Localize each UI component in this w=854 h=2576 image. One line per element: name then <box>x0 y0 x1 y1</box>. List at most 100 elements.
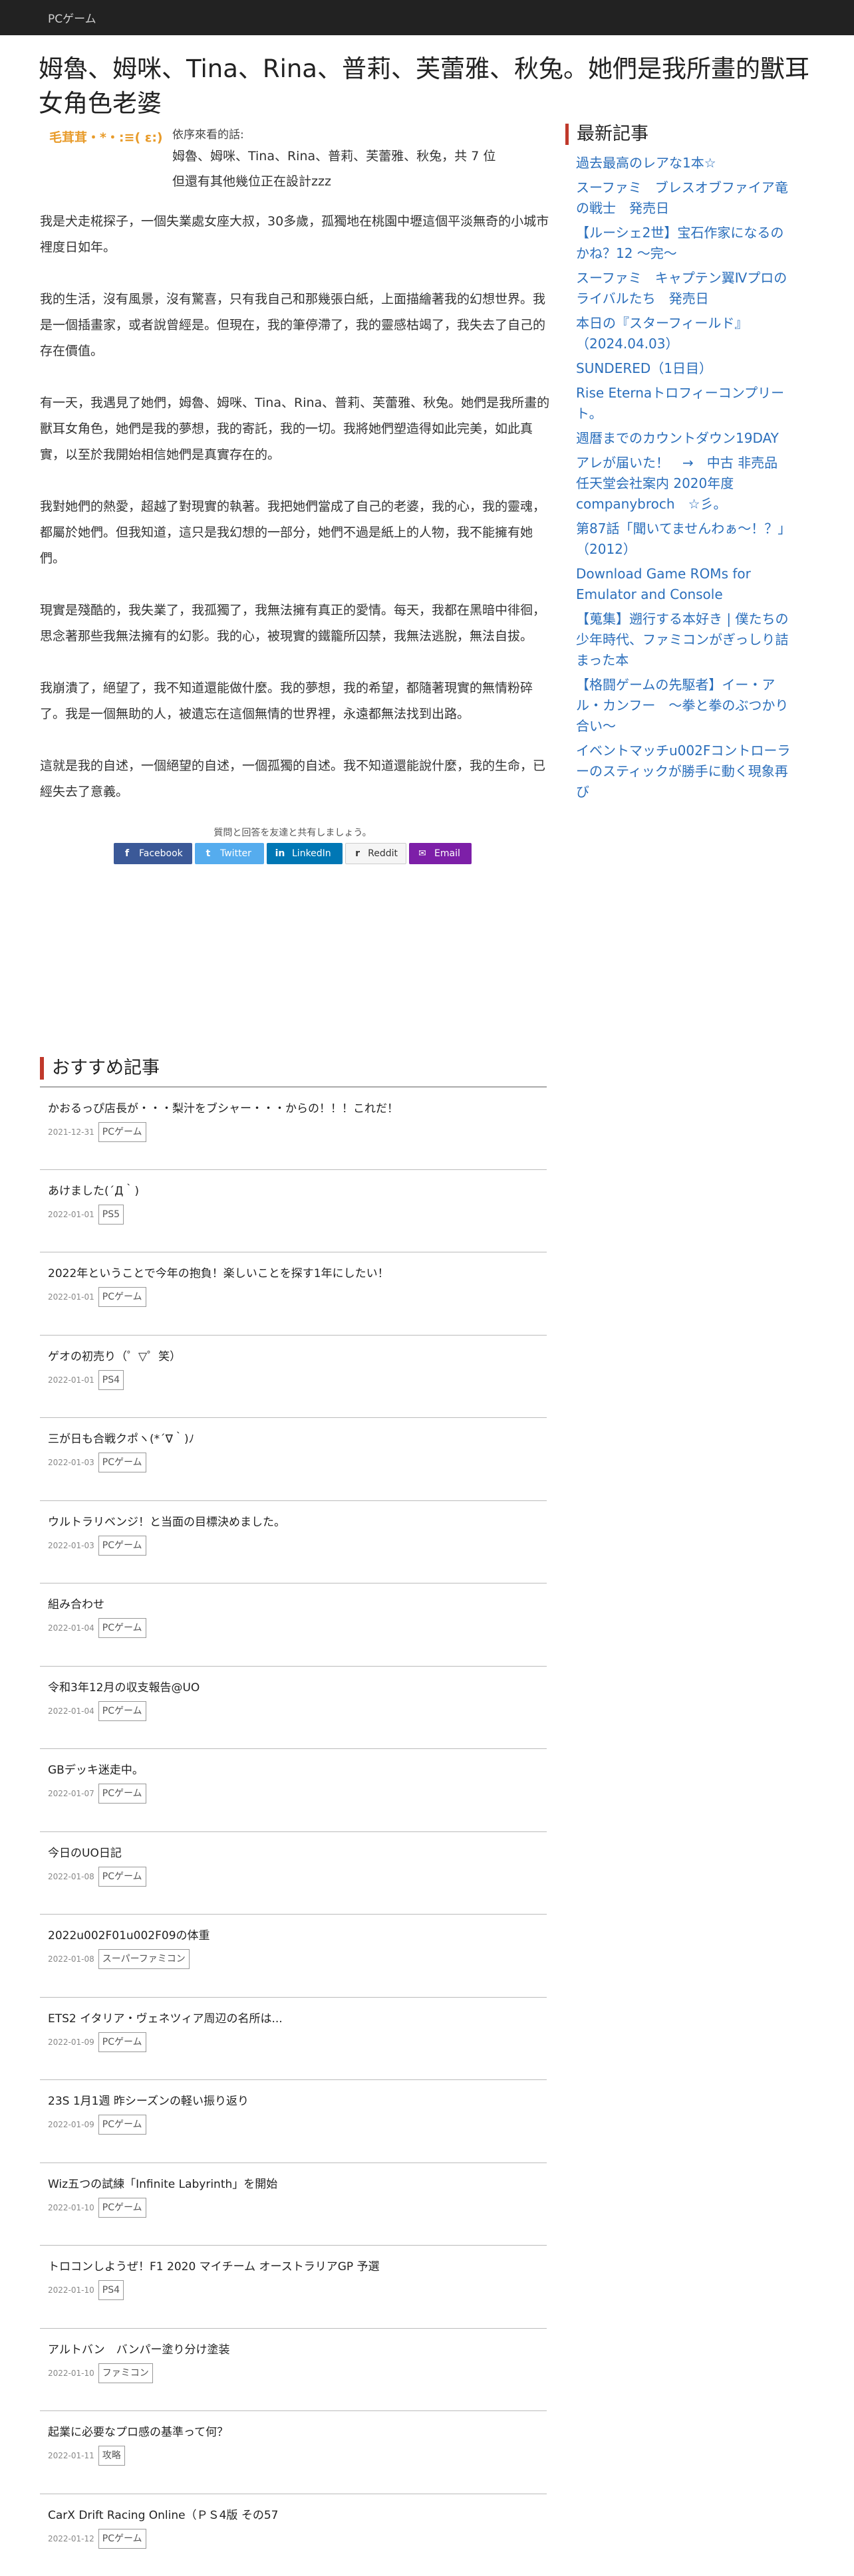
recommended-item-title[interactable]: あけました(´Д｀) <box>48 1183 539 1199</box>
recommended-item-title[interactable]: 2022u002F01u002F09の体重 <box>48 1928 539 1944</box>
recommended-item-tag[interactable]: PS4 <box>98 2280 124 2300</box>
latest-article-link[interactable]: 【格闘ゲームの先駆者】イー・アル・カンフー 〜拳と拳のぶつかり合い〜 <box>576 675 795 737</box>
recommended-item-title[interactable]: 組み合わせ <box>48 1597 539 1613</box>
latest-article-link[interactable]: 【蒐集】遡行する本好き | 僕たちの少年時代、ファミコンがぎっしり詰まった本 <box>576 609 795 671</box>
latest-article-link[interactable]: Rise Eternaトロフィーコンプリート。 <box>576 383 795 424</box>
recommended-item-date: 2022-01-01 <box>48 1292 94 1302</box>
latest-article-link[interactable]: 週暦までのカウントダウン19DAY <box>576 428 795 449</box>
recommended-item-tag[interactable]: 攻略 <box>98 2446 125 2466</box>
recommended-item-date: 2022-01-09 <box>48 2120 94 2129</box>
recommended-item-date: 2022-01-11 <box>48 2451 94 2460</box>
recommended-item[interactable]: かおるっぴ店長が・・・梨汁をブシャー・・・からの！！！これだ！2021-12-3… <box>40 1086 547 1169</box>
recommended-item-tag[interactable]: PCゲーム <box>98 2529 146 2549</box>
quote-line: 姆魯、姆咪、Tina、Rina、普莉、芙蕾雅、秋兔，共 7 位 <box>172 144 496 169</box>
linkedin-share-button[interactable]: in LinkedIn <box>267 843 343 864</box>
recommended-item[interactable]: アルトバン バンパー塗り分け塗装 2022-01-10 ファミコン <box>40 2328 547 2411</box>
recommended-item[interactable]: CarX Drift Racing Online（ＰＳ4版 その572022-0… <box>40 2494 547 2576</box>
recommended-item[interactable]: 今日のUO日記 2022-01-08 PCゲーム <box>40 1831 547 1915</box>
recommended-item[interactable]: 組み合わせ 2022-01-04PCゲーム <box>40 1583 547 1666</box>
recommended-item-title[interactable]: Wiz五つの試練「Infinite Labyrinth」を開始 <box>48 2176 539 2192</box>
recommended-item-title[interactable]: かおるっぴ店長が・・・梨汁をブシャー・・・からの！！！これだ！ <box>48 1101 539 1117</box>
recommended-heading: おすすめ記事 <box>40 1057 547 1080</box>
recommended-item-meta: 2022-01-10 ファミコン <box>48 2363 539 2383</box>
recommended-item[interactable]: 23S 1月1週 昨シーズンの軽い振り返り 2022-01-09 PCゲーム <box>40 2079 547 2163</box>
page-title: 姆魯、姆咪、Tina、Rina、普莉、芙蕾雅、秋兔。她們是我所畫的獸耳女角色老婆 <box>39 52 823 121</box>
latest-article-link[interactable]: 【ルーシェ2世】宝石作家になるのかね？12 〜完〜 <box>576 223 795 264</box>
latest-article-link[interactable]: 第87話「聞いてませんわぁ〜！？」（2012） <box>576 519 795 560</box>
recommended-item-date: 2022-01-10 <box>48 2285 94 2295</box>
recommended-item-tag[interactable]: PCゲーム <box>98 2115 146 2135</box>
latest-article-link[interactable]: イベントマッチu002Fコントローラーのスティックが勝手に動く現象再び <box>576 741 795 802</box>
recommended-item-date: 2022-01-10 <box>48 2369 94 2378</box>
recommended-item-tag[interactable]: PCゲーム <box>98 2032 146 2052</box>
share-buttons: f Facebook t Twitter in LinkedIn r Reddi… <box>40 843 545 864</box>
quote-box: 毛茸茸・*・:≡( ε:) 依序來看的話: 姆魯、姆咪、Tina、Rina、普莉… <box>49 126 552 194</box>
category-link[interactable]: PCゲーム <box>48 9 96 26</box>
recommended-item[interactable]: Wiz五つの試練「Infinite Labyrinth」を開始 2022-01-1… <box>40 2163 547 2246</box>
recommended-item-tag[interactable]: PS4 <box>98 1370 124 1390</box>
recommended-item-title[interactable]: 三が日も合戦クポヽ(*´∇｀)ﾉ <box>48 1431 539 1447</box>
recommended-item-date: 2022-01-08 <box>48 1954 94 1964</box>
recommended-item-title[interactable]: CarX Drift Racing Online（ＰＳ4版 その57 <box>48 2508 539 2523</box>
recommended-item[interactable]: ウルトラリベンジ！と当面の目標決めました。 2022-01-03PCゲーム <box>40 1500 547 1583</box>
recommended-item-title[interactable]: 2022年ということで今年の抱負！楽しいことを探す1年にしたい！ <box>48 1266 539 1282</box>
recommended-item[interactable]: ETS2 イタリア・ヴェネツィア周辺の名所は...2022-01-09PCゲーム <box>40 1997 547 2080</box>
recommended-item-meta: 2022-01-11 攻略 <box>48 2446 539 2466</box>
latest-article-link[interactable]: Download Game ROMs for Emulator and Cons… <box>576 564 795 605</box>
recommended-item-tag[interactable]: PCゲーム <box>98 2198 146 2218</box>
recommended-item[interactable]: GBデッキ迷走中。2022-01-07PCゲーム <box>40 1748 547 1831</box>
recommended-item-title[interactable]: 起業に必要なプロ感の基準って何？ <box>48 2424 539 2440</box>
latest-article-link[interactable]: スーファミ キャプテン翼Ⅳプロのライバルたち 発売日 <box>576 268 795 309</box>
recommended-item-meta: 2022-01-01PS4 <box>48 1370 539 1390</box>
recommended-item-title[interactable]: 今日のUO日記 <box>48 1845 539 1861</box>
recommended-item[interactable]: あけました(´Д｀)2022-01-01PS5 <box>40 1169 547 1252</box>
recommended-item-tag[interactable]: PCゲーム <box>98 1618 146 1638</box>
recommended-item-title[interactable]: 23S 1月1週 昨シーズンの軽い振り返り <box>48 2093 539 2109</box>
quote-author[interactable]: 毛茸茸・*・:≡( ε:) <box>49 126 172 194</box>
article-paragraph: 我對她們的熱愛，超越了對現實的執著。我把她們當成了自己的老婆，我的心，我的靈魂，… <box>40 494 552 572</box>
recommended-item-tag[interactable]: PCゲーム <box>98 1536 146 1556</box>
latest-article-link[interactable]: SUNDERED（1日目） <box>576 358 795 379</box>
recommended-item-tag[interactable]: ファミコン <box>98 2363 153 2383</box>
recommended-item[interactable]: 2022u002F01u002F09の体重 2022-01-08 スーパーファミコン <box>40 1914 547 1997</box>
recommended-item-tag[interactable]: PCゲーム <box>98 1784 146 1804</box>
recommended-item-title[interactable]: ゲオの初売り（゜▽゜笑） <box>48 1349 539 1365</box>
recommended-item-tag[interactable]: PCゲーム <box>98 1701 146 1721</box>
recommended-item-meta: 2022-01-03PCゲーム <box>48 1536 539 1556</box>
latest-article-link[interactable]: スーファミ ブレスオブファイア竜の戦士 発売日 <box>576 177 795 219</box>
recommended-item-tag[interactable]: PCゲーム <box>98 1867 146 1887</box>
recommended-item[interactable]: ゲオの初売り（゜▽゜笑） 2022-01-01PS4 <box>40 1335 547 1418</box>
recommended-item-title[interactable]: アルトバン バンパー塗り分け塗装 <box>48 2342 539 2358</box>
share-button-label: LinkedIn <box>292 848 331 859</box>
recommended-item-title[interactable]: ウルトラリベンジ！と当面の目標決めました。 <box>48 1514 539 1530</box>
recommended-item-meta: 2022-01-04PCゲーム <box>48 1701 539 1721</box>
latest-article-link[interactable]: 過去最高のレアな1本☆ <box>576 153 795 174</box>
latest-article-link[interactable]: アレが届いた！ → 中古 非売品 任天堂会社案内 2020年度 companyb… <box>576 453 795 515</box>
recommended-item-tag[interactable]: PCゲーム <box>98 1287 146 1307</box>
recommended-item-tag[interactable]: スーパーファミコン <box>98 1949 190 1969</box>
reddit-share-button[interactable]: r Reddit <box>345 843 406 864</box>
facebook-share-button[interactable]: f Facebook <box>114 843 192 864</box>
latest-article-link[interactable]: 本日の『スターフィールド』（2024.04.03） <box>576 313 795 354</box>
recommended-item-meta: 2022-01-10PCゲーム <box>48 2198 539 2218</box>
recommended-item-tag[interactable]: PS5 <box>98 1205 124 1225</box>
recommended-item[interactable]: 三が日も合戦クポヽ(*´∇｀)ﾉ2022-01-03PCゲーム <box>40 1417 547 1500</box>
recommended-item-title[interactable]: GBデッキ迷走中。 <box>48 1762 539 1778</box>
recommended-item-title[interactable]: ETS2 イタリア・ヴェネツィア周辺の名所は... <box>48 2011 539 2027</box>
share-button-label: Twitter <box>220 848 251 859</box>
email-share-button[interactable]: ✉ Email <box>409 843 472 864</box>
recommended-item-meta: 2022-01-08 スーパーファミコン <box>48 1949 539 1969</box>
recommended-item-tag[interactable]: PCゲーム <box>98 1453 146 1472</box>
recommended-item[interactable]: 起業に必要なプロ感の基準って何？ 2022-01-11 攻略 <box>40 2410 547 2494</box>
twitter-share-button[interactable]: t Twitter <box>195 843 264 864</box>
quote-line: 但還有其他幾位正在設計zzz <box>172 169 496 194</box>
recommended-item[interactable]: トロコンしようぜ！F1 2020 マイチーム オーストラリアGP 予選 2022-… <box>40 2245 547 2328</box>
share-button-label: Reddit <box>368 848 398 859</box>
recommended-item[interactable]: 2022年ということで今年の抱負！楽しいことを探す1年にしたい！ 2022-01-… <box>40 1252 547 1335</box>
recommended-item-meta: 2022-01-04PCゲーム <box>48 1618 539 1638</box>
recommended-item-title[interactable]: 令和3年12月の収支報告@UO <box>48 1680 539 1696</box>
recommended-item-tag[interactable]: PCゲーム <box>98 1122 146 1142</box>
recommended-item[interactable]: 令和3年12月の収支報告@UO 2022-01-04PCゲーム <box>40 1666 547 1749</box>
recommended-item-title[interactable]: トロコンしようぜ！F1 2020 マイチーム オーストラリアGP 予選 <box>48 2259 539 2275</box>
recommended-item-date: 2022-01-08 <box>48 1872 94 1881</box>
